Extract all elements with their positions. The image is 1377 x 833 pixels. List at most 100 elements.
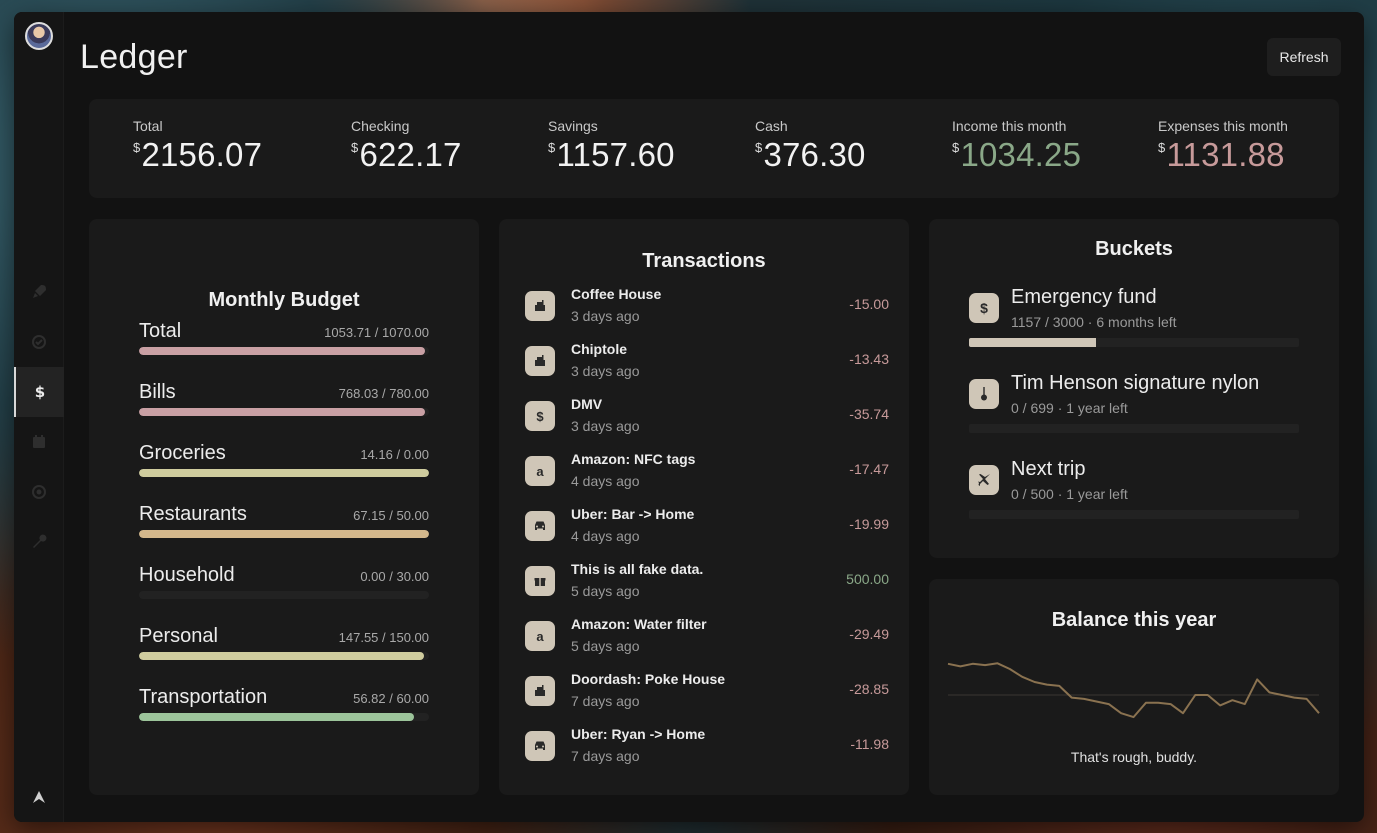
currency-symbol: $ <box>1158 140 1166 155</box>
nav-tasks[interactable] <box>14 317 64 367</box>
bucket-name: Emergency fund <box>1011 286 1157 308</box>
target-icon <box>32 485 46 499</box>
nav-tools[interactable] <box>14 517 64 567</box>
transaction-amount: -15.00 <box>849 296 889 312</box>
stat-checking: Checking $622.17 <box>351 118 462 174</box>
buckets-title: Buckets <box>1095 238 1173 260</box>
buckets-card: Buckets $ Emergency fund 1157 / 3000 · 6 m… <box>929 219 1339 558</box>
bucket-progress-text: 0 / 699 · 1 year left <box>1011 400 1128 416</box>
food-icon <box>525 291 555 321</box>
bucket-progress-track <box>969 338 1299 347</box>
transaction-time: 3 days ago <box>571 363 640 379</box>
transaction-amount: 500.00 <box>846 571 889 587</box>
budget-progress-track <box>139 347 429 355</box>
guitar-icon <box>969 379 999 409</box>
dollar-icon: $ <box>525 401 555 431</box>
car-icon <box>525 731 555 761</box>
transaction-name: Uber: Bar -> Home <box>571 506 695 522</box>
budget-progress-track <box>139 469 429 477</box>
nav-goals[interactable] <box>14 467 64 517</box>
budget-row[interactable]: Restaurants 67.15 / 50.00 <box>139 503 429 538</box>
nav-logo[interactable] <box>14 782 64 812</box>
budget-row[interactable]: Household 0.00 / 30.00 <box>139 564 429 599</box>
budget-row[interactable]: Bills 768.03 / 780.00 <box>139 381 429 416</box>
nav-calendar[interactable] <box>14 417 64 467</box>
transaction-time: 3 days ago <box>571 308 640 324</box>
stat-label: Income this month <box>952 118 1067 134</box>
budget-progress-track <box>139 530 429 538</box>
stat-label: Total <box>133 118 163 134</box>
budget-progress-fill <box>139 530 429 538</box>
transaction-name: Chiptole <box>571 341 627 357</box>
transaction-row[interactable]: Chiptole 3 days ago -13.43 <box>525 341 889 381</box>
budget-progress-fill <box>139 347 425 355</box>
transaction-row[interactable]: This is all fake data. 5 days ago 500.00 <box>525 561 889 601</box>
currency-symbol: $ <box>351 140 359 155</box>
bucket-progress-text: 0 / 500 · 1 year left <box>1011 486 1128 502</box>
stat-label: Cash <box>755 118 788 134</box>
stat-savings: Savings $1157.60 <box>548 118 675 174</box>
summary-panel: Total $2156.07 Checking $622.17 Savings … <box>89 99 1339 198</box>
transaction-row[interactable]: Uber: Bar -> Home 4 days ago -19.99 <box>525 506 889 546</box>
transaction-name: This is all fake data. <box>571 561 704 577</box>
bucket-item[interactable]: $ Emergency fund 1157 / 3000 · 6 months le… <box>969 286 1299 356</box>
stat-value: 1131.88 <box>1166 136 1285 173</box>
bucket-progress-fill <box>969 338 1097 347</box>
budget-amount: 147.55 / 150.00 <box>338 630 429 645</box>
transaction-row[interactable]: Doordash: Poke House 7 days ago -28.85 <box>525 671 889 711</box>
rocket-icon <box>33 285 46 298</box>
transaction-name: Doordash: Poke House <box>571 671 726 687</box>
currency-symbol: $ <box>548 140 556 155</box>
check-circle-icon <box>32 335 46 349</box>
budget-row[interactable]: Personal 147.55 / 150.00 <box>139 625 429 660</box>
bucket-name: Next trip <box>1011 458 1086 480</box>
transaction-name: Amazon: Water filter <box>571 616 707 632</box>
bucket-progress-text: 1157 / 3000 · 6 months left <box>1011 314 1177 330</box>
stat-value: 622.17 <box>359 136 462 173</box>
nav-rocket[interactable] <box>14 267 64 317</box>
refresh-button[interactable]: Refresh <box>1267 38 1341 76</box>
stat-cash: Cash $376.30 <box>755 118 866 174</box>
transaction-row[interactable]: Uber: Ryan -> Home 7 days ago -11.98 <box>525 726 889 766</box>
bucket-progress-track <box>969 510 1299 519</box>
currency-symbol: $ <box>755 140 763 155</box>
app-window: $ Ledger Refresh Total $2156.07 Checking… <box>14 12 1364 822</box>
budget-progress-fill <box>139 469 429 477</box>
transaction-row[interactable]: a Amazon: Water filter 5 days ago -29.49 <box>525 616 889 656</box>
balance-card: Balance this year That's rough, buddy. <box>929 579 1339 795</box>
budget-card: Monthly Budget Total 1053.71 / 1070.00 Bil… <box>89 219 479 795</box>
transaction-time: 4 days ago <box>571 528 640 544</box>
transaction-row[interactable]: $ DMV 3 days ago -35.74 <box>525 396 889 436</box>
budget-amount: 14.16 / 0.00 <box>360 447 429 462</box>
avatar[interactable] <box>25 22 53 50</box>
transaction-time: 5 days ago <box>571 583 640 599</box>
sidebar: $ <box>14 12 64 822</box>
amazon-icon: a <box>525 621 555 651</box>
currency-symbol: $ <box>133 140 141 155</box>
nav-ledger[interactable]: $ <box>14 367 64 417</box>
bucket-item[interactable]: Tim Henson signature nylon 0 / 699 · 1 ye… <box>969 372 1299 442</box>
budget-progress-track <box>139 591 429 599</box>
budget-row[interactable]: Transportation 56.82 / 60.00 <box>139 686 429 721</box>
stat-expenses: Expenses this month $1131.88 <box>1158 118 1288 174</box>
transaction-row[interactable]: a Amazon: NFC tags 4 days ago -17.47 <box>525 451 889 491</box>
transaction-amount: -17.47 <box>849 461 889 477</box>
food-icon <box>525 346 555 376</box>
balance-caption: That's rough, buddy. <box>1070 749 1198 765</box>
balance-line <box>947 662 1320 719</box>
transaction-row[interactable]: Coffee House 3 days ago -15.00 <box>525 286 889 326</box>
budget-row[interactable]: Groceries 14.16 / 0.00 <box>139 442 429 477</box>
transaction-name: DMV <box>571 396 603 412</box>
wrench-icon <box>33 534 47 548</box>
budget-progress-fill <box>139 652 425 660</box>
bucket-progress-track <box>969 424 1299 433</box>
bucket-item[interactable]: Next trip 0 / 500 · 1 year left <box>969 458 1299 528</box>
budget-row[interactable]: Total 1053.71 / 1070.00 <box>139 320 429 355</box>
budget-amount: 56.82 / 60.00 <box>353 691 429 706</box>
budget-progress-fill <box>139 408 425 416</box>
calendar-icon <box>33 435 45 448</box>
transaction-name: Coffee House <box>571 286 662 302</box>
transaction-amount: -29.49 <box>849 626 889 642</box>
transaction-amount: -11.98 <box>850 736 889 752</box>
dollar-icon: $ <box>969 293 999 323</box>
